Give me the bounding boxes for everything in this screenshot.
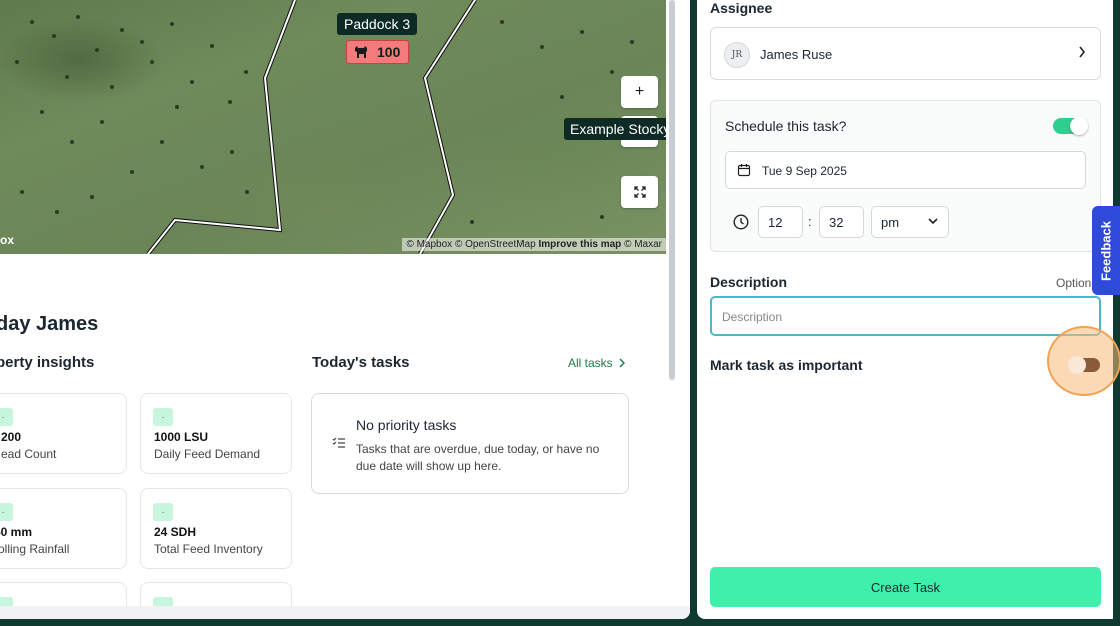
date-picker[interactable]: Tue 9 Sep 2025: [725, 151, 1086, 189]
insight-icon: ·: [153, 408, 173, 426]
hour-input[interactable]: 12: [758, 206, 803, 238]
fullscreen-button[interactable]: [621, 176, 658, 208]
insight-card-head-count[interactable]: · 200 ead Count: [0, 393, 127, 474]
assignee-name: James Ruse: [760, 47, 833, 62]
date-value: Tue 9 Sep 2025: [762, 164, 847, 178]
attribution-text: © Mapbox © OpenStreetMap: [406, 239, 536, 250]
insights-title: perty insights: [0, 354, 95, 371]
insight-icon: ·: [153, 503, 173, 521]
important-toggle[interactable]: [1068, 356, 1100, 374]
paddock-label[interactable]: Paddock 3: [337, 13, 418, 35]
insight-card-daily-feed[interactable]: · 1000 LSU Daily Feed Demand: [140, 393, 292, 474]
calendar-icon: [737, 164, 751, 177]
chevron-down-icon: [928, 218, 938, 225]
cow-icon: [355, 46, 367, 58]
insight-value: 24 SDH: [154, 525, 197, 539]
dashboard-panel: Paddock 3 100 + Example Stocky ox © Mapb…: [0, 0, 690, 619]
all-tasks-label: All tasks: [568, 356, 613, 370]
property-map[interactable]: Paddock 3 100 + Example Stocky ox © Mapb…: [0, 0, 666, 254]
greeting-title: day James: [0, 313, 99, 335]
stock-count: 100: [377, 44, 401, 60]
time-separator: :: [808, 214, 812, 229]
map-attribution: © Mapbox © OpenStreetMap Improve this ma…: [402, 238, 666, 251]
create-task-button[interactable]: Create Task: [710, 567, 1101, 607]
schedule-label: Schedule this task?: [725, 118, 847, 134]
attribution-maxar: © Maxar: [624, 239, 662, 250]
feedback-tab[interactable]: Feedback: [1092, 206, 1120, 295]
assignee-selector[interactable]: JR James Ruse: [710, 27, 1101, 80]
clock-icon: [733, 214, 749, 230]
avatar: JR: [724, 42, 750, 68]
chevron-right-icon: [1079, 46, 1086, 58]
dashboard-scrollbar[interactable]: [668, 0, 676, 380]
no-tasks-description: Tasks that are overdue, due today, or ha…: [356, 442, 600, 473]
insight-label: Daily Feed Demand: [154, 447, 261, 461]
ampm-select[interactable]: pm: [871, 206, 949, 238]
schedule-section: Schedule this task? Tue 9 Sep 2025 12 : …: [710, 100, 1101, 252]
description-label: Description: [710, 274, 788, 290]
create-task-panel: Assignee JR James Ruse Schedule this tas…: [697, 0, 1120, 619]
todays-tasks-title: Today's tasks: [312, 354, 410, 371]
description-input[interactable]: Description: [710, 296, 1101, 336]
feedback-label: Feedback: [1098, 220, 1114, 281]
no-tasks-title: No priority tasks: [356, 417, 457, 433]
zoom-in-button[interactable]: +: [621, 76, 658, 108]
all-tasks-link[interactable]: All tasks: [568, 356, 625, 370]
assignee-label: Assignee: [710, 0, 773, 16]
improve-map-link[interactable]: Improve this map: [538, 239, 621, 250]
insight-value: 50 mm: [0, 525, 33, 539]
stock-count-badge[interactable]: 100: [346, 40, 410, 64]
important-label: Mark task as important: [710, 357, 863, 373]
mapbox-logo: ox: [0, 233, 15, 247]
insight-label: olling Rainfall: [0, 542, 70, 556]
insight-card-feed-inventory[interactable]: · 24 SDH Total Feed Inventory: [140, 488, 292, 569]
schedule-toggle[interactable]: [1053, 117, 1088, 135]
insight-card-rainfall[interactable]: · 50 mm olling Rainfall: [0, 488, 127, 569]
expand-icon: [633, 186, 646, 198]
ampm-value: pm: [881, 215, 900, 230]
insight-label: ead Count: [1, 447, 57, 461]
insight-label: Total Feed Inventory: [154, 542, 263, 556]
insight-icon: ·: [0, 503, 13, 521]
insight-icon: ·: [0, 408, 13, 426]
insight-value: 200: [1, 430, 22, 444]
insight-value: 1000 LSU: [154, 430, 209, 444]
toggle-knob: [1070, 117, 1088, 135]
chevron-right-icon: [619, 358, 625, 368]
priority-tasks-card: No priority tasks Tasks that are overdue…: [311, 393, 629, 494]
panel-footer-strip: [0, 606, 690, 619]
toggle-knob: [1068, 356, 1086, 374]
minute-input[interactable]: 32: [819, 206, 864, 238]
checklist-icon: [332, 437, 345, 448]
scrollbar-thumb[interactable]: [669, 0, 675, 380]
example-property-label[interactable]: Example Stocky: [564, 118, 666, 140]
